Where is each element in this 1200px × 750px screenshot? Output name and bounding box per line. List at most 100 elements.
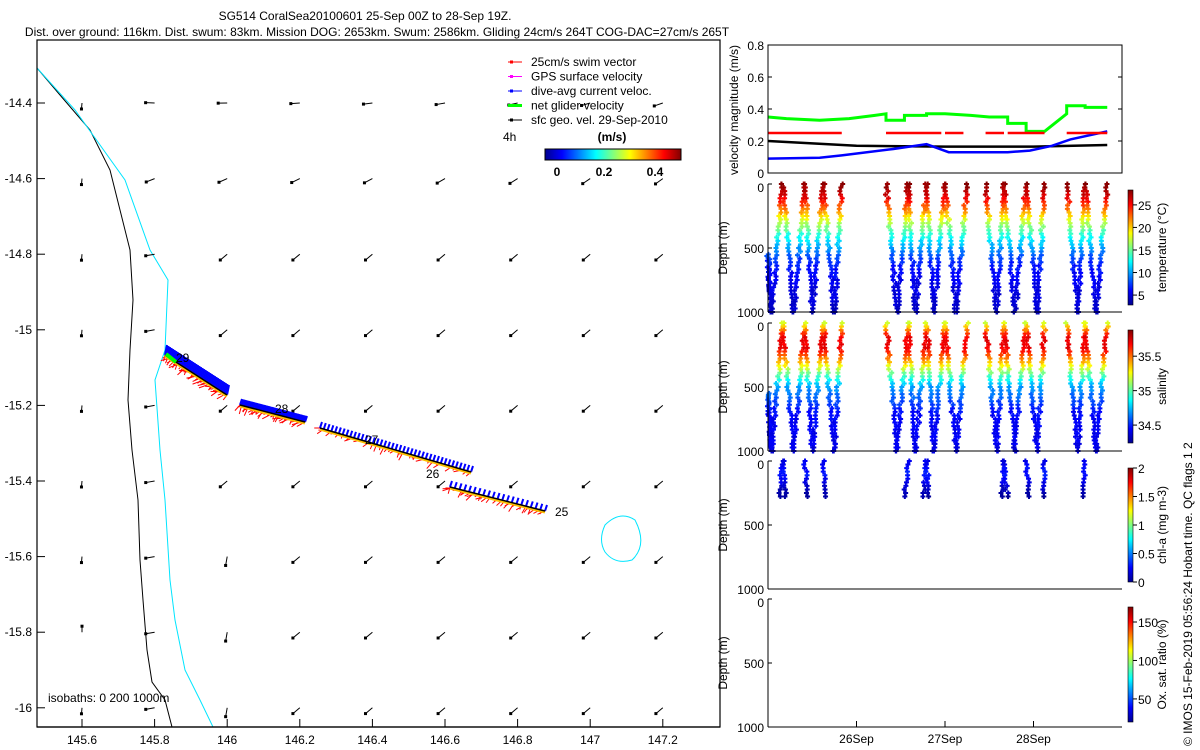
geo-velocity-arrow: [291, 556, 301, 564]
current-vector: [402, 445, 406, 453]
colorbar-tick-label: 2: [1138, 462, 1145, 476]
arrow-head: [654, 636, 658, 640]
current-vector: [334, 426, 339, 433]
geo-velocity-arrow: [364, 405, 373, 413]
y-tick-label: -14.8: [5, 247, 33, 261]
geo-velocity-arrow: [79, 405, 83, 413]
day-label-27: 27: [365, 433, 379, 447]
geo-velocity-arrow: [144, 178, 155, 184]
geo-velocity-arrow: [581, 329, 591, 338]
y-tick-label: 0.8: [747, 39, 764, 53]
geo-velocity-arrow: [364, 556, 373, 564]
y-tick-label: 500: [744, 519, 764, 533]
isobath-200: [37, 67, 173, 727]
geo-velocity-arrow: [654, 329, 664, 338]
geo-velocity-arrow: [144, 707, 155, 711]
credit-text: © IMOS 15-Feb-2019 05:56:24 Hobart time.…: [1181, 442, 1195, 746]
geo-velocity-arrow: [654, 480, 664, 489]
y-axis-label: velocity magnitude (m/s): [727, 45, 741, 175]
current-vector: [387, 441, 391, 449]
x-tick-label: 26Sep: [839, 732, 874, 746]
current-vector: [515, 497, 520, 505]
arrow-head: [654, 258, 658, 262]
geo-velocity-arrow: [216, 101, 228, 105]
geo-velocity-arrow: [79, 329, 83, 338]
y-tick-label: 0.4: [747, 103, 764, 117]
current-vector: [330, 424, 335, 432]
arrow-head: [79, 183, 83, 187]
scale-label: 4h: [503, 130, 516, 144]
arrow-head: [581, 182, 585, 186]
current-vector: [424, 452, 429, 460]
legend-marker: [510, 75, 513, 78]
geo-velocity-arrow: [509, 707, 518, 716]
track-line: [449, 486, 546, 512]
geo-velocity-arrow: [290, 178, 301, 185]
temperature-point: [986, 238, 992, 244]
geo-velocity-arrow: [581, 253, 591, 262]
colorbar-tick: 0.4: [647, 165, 664, 179]
temperature-point: [1009, 288, 1015, 294]
arrow-head: [144, 556, 148, 560]
arrow-head: [509, 712, 513, 716]
legend-label: dive-avg current veloc.: [531, 84, 652, 98]
current-vector: [319, 421, 323, 429]
chl-a-point: [1005, 494, 1011, 500]
chl-a-point: [1081, 458, 1087, 464]
glider-track: [160, 344, 548, 515]
arrow-head: [364, 560, 368, 564]
geo-velocity-arrow: [509, 329, 518, 338]
arrow-head: [436, 334, 440, 338]
geo-velocity-arrow: [436, 556, 446, 564]
arrow-head: [436, 636, 440, 640]
arrow-head: [581, 258, 585, 262]
colorbar-tick-label: 1.5: [1138, 491, 1155, 505]
y-tick-label: 1000: [737, 583, 764, 597]
arrow-head: [654, 560, 658, 564]
arrow-head: [435, 181, 439, 185]
geo-velocity-arrow: [436, 707, 446, 716]
arrow-head: [509, 258, 513, 262]
salinity-panel: 0 500 1000 Depth (m) 34.5 35 35.5 salinity: [716, 320, 1169, 459]
map-panel: 25 26 27 28 29 145.6 145.8 146 146.2 146.4 14…: [5, 39, 721, 747]
current-vector: [501, 493, 506, 501]
x-tick-label: 147.2: [648, 733, 678, 747]
arrow-head: [79, 712, 83, 716]
arrow-head: [361, 102, 365, 106]
current-vector: [428, 453, 433, 461]
geo-velocity-arrow: [509, 405, 518, 413]
y-axis-label: Depth (m): [716, 636, 730, 689]
colorbar-tick-label: 5: [1138, 289, 1145, 303]
colorbar-label: Ox. sat. ratio (%): [1155, 619, 1169, 709]
y-tick-label: -14.6: [5, 172, 33, 186]
arrow-head: [436, 409, 440, 413]
time-series-panels: 00.20.40.60.8velocity magnitude (m/s)050…: [716, 39, 1169, 746]
salinity-point: [839, 320, 845, 326]
chl-a-colorbar: [1127, 467, 1134, 583]
temperature-point: [1041, 181, 1047, 187]
geo-velocity-arrow: [581, 178, 591, 186]
current-vector: [544, 504, 548, 512]
current-vector: [443, 457, 448, 465]
arrow-head: [291, 334, 295, 338]
arrow-head: [79, 107, 83, 111]
arrow-head: [218, 409, 222, 413]
geo-velocity-arrow: [224, 556, 228, 567]
legend-marker: [510, 89, 513, 93]
geo-velocity-arrow: [79, 102, 83, 111]
geo-velocity-arrow: [654, 556, 664, 564]
arrow-head: [291, 712, 295, 716]
y-tick-label: 1000: [737, 306, 764, 320]
colorbar-tick-label: 35.5: [1138, 350, 1162, 364]
geo-velocity-arrow: [79, 178, 83, 187]
legend-label: sfc geo. vel. 29-Sep-2010: [531, 113, 668, 127]
current-vector: [506, 495, 510, 502]
arrow-head: [581, 334, 585, 338]
current-vector: [525, 499, 529, 507]
y-tick-label: 500: [744, 381, 764, 395]
geo-velocity-arrow: [291, 405, 301, 413]
current-vector: [341, 428, 346, 435]
current-vector: [539, 503, 544, 511]
arrow-head: [364, 258, 368, 262]
geo-velocity-arrow: [144, 556, 155, 560]
